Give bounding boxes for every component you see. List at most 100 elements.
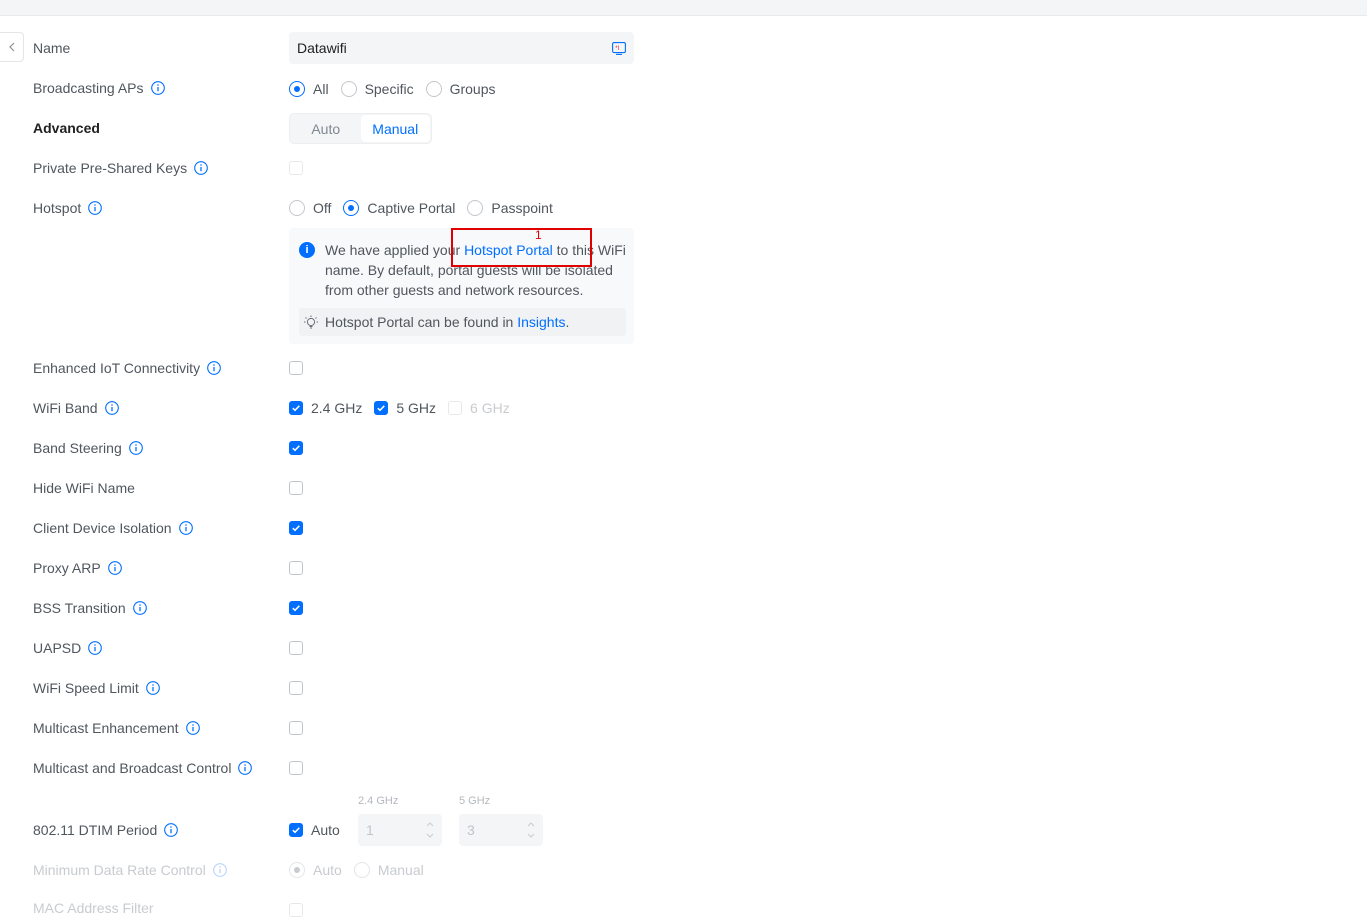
hotspot-options: Off Captive Portal Passpoint <box>289 198 565 218</box>
uapsd-label: UAPSD <box>33 638 103 658</box>
insights-link[interactable]: Insights <box>517 314 565 330</box>
name-input-value: Datawifi <box>297 40 347 56</box>
info-icon[interactable] <box>132 601 147 615</box>
dtim-5-column-label: 5 GHz <box>459 795 491 807</box>
chevron-left-icon <box>8 42 14 52</box>
check-icon <box>292 525 300 532</box>
min-rate-options: Auto Manual <box>289 860 436 880</box>
mac-filter-label: MAC Address Filter <box>33 900 154 916</box>
dtim-label: 802.11 DTIM Period <box>33 820 179 840</box>
chevron-up-icon <box>527 822 535 827</box>
radio-passpoint[interactable] <box>467 200 484 216</box>
multicast-enhancement-control <box>289 718 303 738</box>
lightbulb-icon <box>304 315 318 329</box>
dtim-5-input: 3 <box>459 814 543 846</box>
proxy-arp-checkbox[interactable] <box>289 561 303 575</box>
collapse-panel-button[interactable] <box>0 32 24 62</box>
multicast-enhancement-checkbox[interactable] <box>289 721 303 735</box>
radio-groups[interactable] <box>425 81 442 97</box>
advanced-label: Advanced <box>33 120 100 136</box>
check-icon <box>377 405 386 412</box>
hotspot-tip: Hotspot Portal can be found in Insights. <box>299 308 626 336</box>
radio-specific[interactable] <box>340 81 357 97</box>
info-icon[interactable] <box>207 361 221 375</box>
min-rate-label: Minimum Data Rate Control <box>33 860 227 880</box>
radio-all[interactable] <box>289 81 305 97</box>
hide-wifi-name-label: Hide WiFi Name <box>33 480 135 496</box>
ppsk-checkbox[interactable] <box>289 161 303 175</box>
info-filled-icon: i <box>299 242 315 258</box>
hotspot-label: Hotspot <box>33 198 103 218</box>
multicast-and-broadcast-control-label: Multicast and Broadcast Control <box>33 758 253 778</box>
top-bar <box>0 0 1367 16</box>
check-icon <box>292 605 300 612</box>
info-icon[interactable] <box>178 521 193 535</box>
check-icon <box>292 827 300 834</box>
chevron-down-icon <box>426 833 434 838</box>
svg-text:*I: *I <box>615 46 619 52</box>
name-label: Name <box>33 40 71 56</box>
info-icon[interactable] <box>88 641 103 655</box>
band-steering-checkbox[interactable] <box>289 441 303 455</box>
radio-off[interactable] <box>289 200 305 216</box>
stepper <box>527 822 535 838</box>
info-icon <box>212 863 227 877</box>
info-icon[interactable] <box>238 761 253 775</box>
wifi-band-options: 2.4 GHz 5 GHz 6 GHz <box>289 398 522 418</box>
dtim-auto-checkbox[interactable] <box>289 823 303 837</box>
dtim-24-column-label: 2.4 GHz <box>358 795 399 807</box>
proxy-arp-label: Proxy ARP <box>33 558 122 578</box>
mac-filter-checkbox[interactable] <box>289 903 303 917</box>
bss-transition-checkbox[interactable] <box>289 601 303 615</box>
band-24-checkbox[interactable] <box>289 401 303 415</box>
annotation-number: 1 <box>535 228 542 242</box>
dtim-auto-control: Auto <box>289 820 352 840</box>
wifi-band-label: WiFi Band <box>33 398 119 418</box>
check-icon <box>292 405 300 412</box>
info-icon[interactable] <box>107 561 122 575</box>
info-icon[interactable] <box>194 161 208 175</box>
dtim-24-input: 1 <box>358 814 442 846</box>
info-icon[interactable] <box>128 441 143 455</box>
info-icon[interactable] <box>185 721 200 735</box>
keyboard-icon[interactable]: *I <box>612 41 626 55</box>
radio-min-rate-auto <box>289 862 305 878</box>
check-icon <box>292 445 300 452</box>
bss-transition-label: BSS Transition <box>33 598 147 618</box>
proxy-arp-control <box>289 558 303 578</box>
multicast-and-broadcast-control-control <box>289 758 303 778</box>
advanced-auto-option[interactable]: Auto <box>291 115 361 142</box>
info-icon[interactable] <box>88 201 103 215</box>
uapsd-control <box>289 638 303 658</box>
enhanced-iot-connectivity-label: Enhanced IoT Connectivity <box>33 358 221 378</box>
ppsk-label: Private Pre-Shared Keys <box>33 158 208 178</box>
uapsd-checkbox[interactable] <box>289 641 303 655</box>
multicast-enhancement-label: Multicast Enhancement <box>33 718 200 738</box>
info-icon[interactable] <box>150 81 165 95</box>
client-device-isolation-label: Client Device Isolation <box>33 518 193 538</box>
multicast-and-broadcast-control-checkbox[interactable] <box>289 761 303 775</box>
name-input[interactable]: Datawifi *I <box>289 32 634 64</box>
info-icon[interactable] <box>164 823 179 837</box>
info-icon[interactable] <box>104 401 119 415</box>
chevron-down-icon <box>527 833 535 838</box>
annotation-box <box>451 228 592 267</box>
ppsk-control <box>289 158 303 178</box>
band-5-checkbox[interactable] <box>374 401 389 415</box>
enhanced-iot-connectivity-control <box>289 358 303 378</box>
hide-wifi-name-control <box>289 478 303 498</box>
bss-transition-control <box>289 598 303 618</box>
client-device-isolation-checkbox[interactable] <box>289 521 303 535</box>
band-steering-control <box>289 438 303 458</box>
broadcasting-aps-label: Broadcasting APs <box>33 78 165 98</box>
client-device-isolation-control <box>289 518 303 538</box>
wifi-speed-limit-checkbox[interactable] <box>289 681 303 695</box>
advanced-manual-option[interactable]: Manual <box>360 115 430 142</box>
band-6-checkbox <box>448 401 463 415</box>
wifi-speed-limit-label: WiFi Speed Limit <box>33 678 160 698</box>
hide-wifi-name-checkbox[interactable] <box>289 481 303 495</box>
radio-captive-portal[interactable] <box>343 200 360 216</box>
info-icon[interactable] <box>145 681 160 695</box>
enhanced-iot-connectivity-checkbox[interactable] <box>289 361 303 375</box>
mac-filter-control <box>289 900 303 920</box>
